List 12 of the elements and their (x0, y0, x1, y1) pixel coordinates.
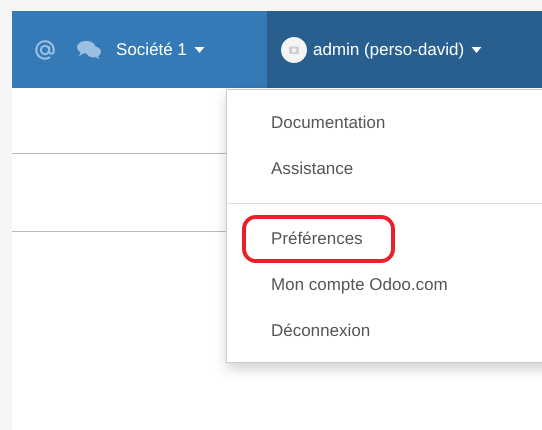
avatar-icon (281, 36, 307, 62)
caret-icon (194, 46, 205, 52)
menu-item[interactable]: Déconnexion (242, 307, 402, 355)
user-dropdown[interactable]: admin (perso-david) (267, 11, 482, 88)
company-dropdown[interactable]: Société 1 (116, 40, 205, 60)
chat-icon[interactable] (74, 38, 104, 60)
menu-item[interactable]: Assistance (242, 145, 386, 193)
caret-icon (471, 46, 482, 52)
menu-item[interactable]: Documentation (242, 99, 418, 147)
mention-icon[interactable] (34, 38, 56, 60)
menu-item[interactable]: Préférences (242, 215, 395, 263)
menu-item[interactable]: Mon compte Odoo.com (242, 261, 480, 309)
